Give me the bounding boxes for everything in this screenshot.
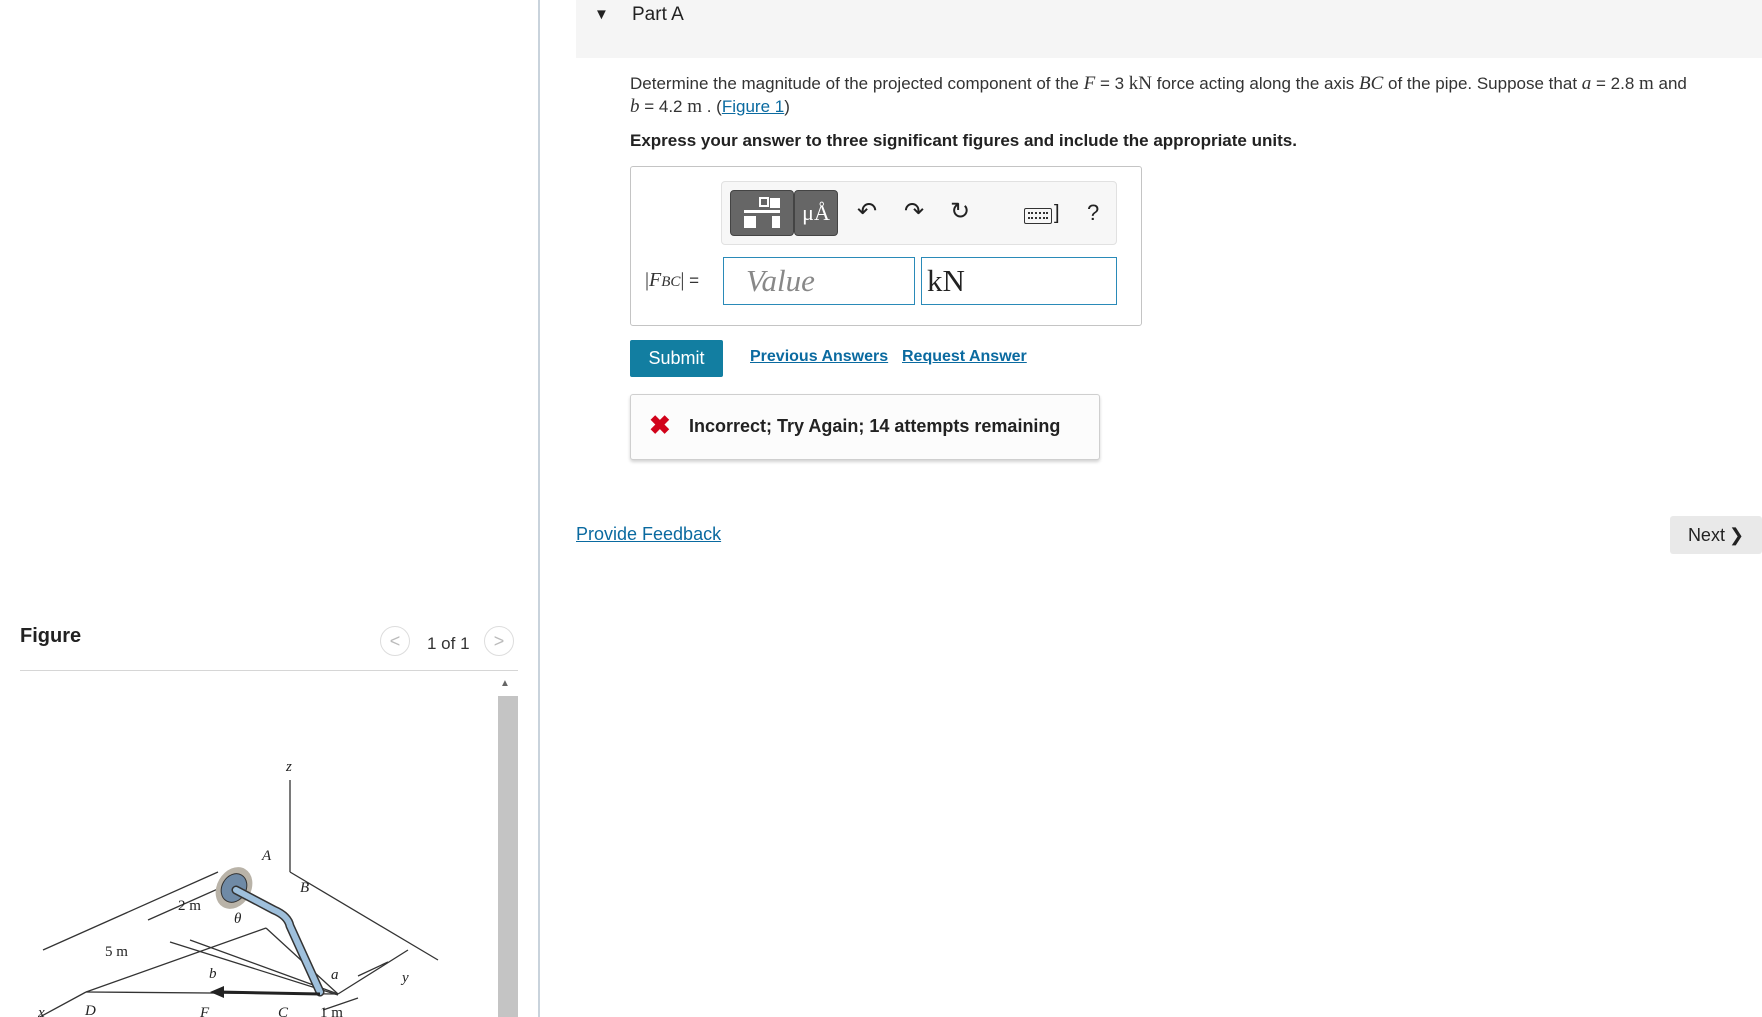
chevron-right-icon: ❯ — [1728, 524, 1745, 545]
part-header[interactable] — [576, 0, 1762, 58]
keyboard-icon[interactable] — [1024, 208, 1052, 224]
units-button[interactable]: μÅ — [794, 190, 838, 236]
feedback-text: Incorrect; Try Again; 14 attempts remain… — [689, 416, 1061, 436]
answer-box: μÅ ↶ ↷ ↻ ] ? |FBC| = Value kN — [630, 166, 1142, 326]
scroll-up-arrow-icon[interactable]: ▲ — [500, 678, 510, 689]
label-2m: 2 m — [178, 898, 201, 914]
keyboard-bracket-icon: ] — [1054, 202, 1060, 224]
label-A: A — [261, 848, 272, 864]
question-text-segment: = 2.8 — [1591, 74, 1639, 93]
x-axis — [38, 991, 87, 1017]
feedback-message-box: ✖ Incorrect; Try Again; 14 attempts rema… — [630, 394, 1100, 460]
figure-divider — [20, 670, 518, 671]
chevron-right-icon: > — [493, 630, 505, 651]
next-button[interactable]: Next ❯ — [1670, 516, 1762, 554]
label-C: C — [278, 1005, 289, 1017]
y-axis — [289, 871, 439, 961]
chevron-left-icon: < — [389, 630, 401, 651]
a-symbol: a — [1581, 73, 1592, 94]
question-pane: ▼ Part A Determine the magnitude of the … — [540, 0, 1762, 1017]
answer-label-subscript: BC — [661, 274, 681, 290]
question-text-segment: Determine the magnitude of the projected… — [630, 74, 1084, 93]
figure-link[interactable]: Figure 1 — [722, 97, 784, 116]
question-text-segment: = 4.2 — [639, 97, 688, 116]
question-text-segment: and — [1653, 74, 1687, 93]
unit-input[interactable]: kN — [921, 257, 1117, 305]
math-toolbar: μÅ ↶ ↷ ↻ ] ? — [721, 181, 1117, 245]
figure-pane: Figure < 1 of 1 > ▲ z A B 2 m θ 5 m b a … — [0, 0, 540, 1017]
label-F: F — [199, 1005, 210, 1017]
unit-m: m — [1639, 73, 1654, 94]
label-z: z — [285, 759, 292, 775]
floor-line-c-a — [337, 949, 409, 995]
figure-prev-button[interactable]: < — [380, 626, 410, 656]
label-theta: θ — [234, 911, 242, 927]
force-arrowhead — [210, 986, 224, 998]
answer-label-equals: = — [684, 271, 700, 290]
dim-a — [357, 961, 389, 977]
answer-instruction: Express your answer to three significant… — [630, 131, 1297, 150]
label-5m: 5 m — [105, 944, 128, 960]
b-symbol: b — [630, 96, 640, 117]
question-text-segment: ) — [784, 97, 790, 116]
provide-feedback-link[interactable]: Provide Feedback — [576, 524, 721, 545]
caret-down-icon[interactable]: ▼ — [594, 6, 609, 23]
unit-m: m — [687, 96, 703, 117]
question-text: Determine the magnitude of the projected… — [630, 72, 1760, 118]
question-text-segment: . ( — [702, 97, 722, 116]
previous-answers-link[interactable]: Previous Answers — [750, 348, 888, 366]
pipe-figure-diagram: z A B 2 m θ 5 m b a y 1 m D F C x — [38, 759, 439, 1017]
figure-title: Figure — [20, 625, 82, 647]
reset-icon[interactable]: ↻ — [950, 200, 970, 224]
force-arrow-line — [217, 990, 321, 996]
floor-line-d-back — [85, 927, 267, 993]
answer-label-f: F — [649, 269, 662, 291]
figure-scrollbar[interactable] — [498, 696, 518, 1017]
label-x: x — [38, 1005, 45, 1017]
request-answer-link[interactable]: Request Answer — [902, 348, 1027, 366]
label-B: B — [300, 880, 309, 896]
redo-icon[interactable]: ↷ — [904, 200, 924, 224]
answer-label: |FBC| = — [645, 269, 700, 291]
question-text-segment: = 3 — [1095, 74, 1129, 93]
undo-icon[interactable]: ↶ — [857, 200, 877, 224]
next-button-label: Next — [1687, 524, 1725, 545]
help-icon[interactable]: ? — [1087, 200, 1099, 226]
figure-next-button[interactable]: > — [484, 626, 514, 656]
label-y: y — [400, 970, 409, 986]
question-text-segment: of the pipe. Suppose that — [1383, 74, 1582, 93]
label-b: b — [209, 966, 217, 982]
label-1m: 1 m — [320, 1005, 343, 1017]
label-a: a — [331, 967, 339, 983]
value-input[interactable]: Value — [723, 257, 915, 305]
part-title: Part A — [632, 4, 684, 25]
incorrect-x-icon: ✖ — [649, 410, 671, 440]
question-text-segment: force acting along the axis — [1152, 74, 1359, 93]
force-symbol: F — [1083, 73, 1096, 94]
submit-button[interactable]: Submit — [630, 340, 723, 377]
templates-icon — [744, 197, 780, 228]
axis-bc-symbol: BC — [1359, 73, 1384, 94]
figure-page-count: 1 of 1 — [427, 634, 470, 653]
unit-kn: kN — [1128, 73, 1153, 94]
label-D: D — [84, 1003, 96, 1017]
templates-button[interactable] — [730, 190, 794, 236]
